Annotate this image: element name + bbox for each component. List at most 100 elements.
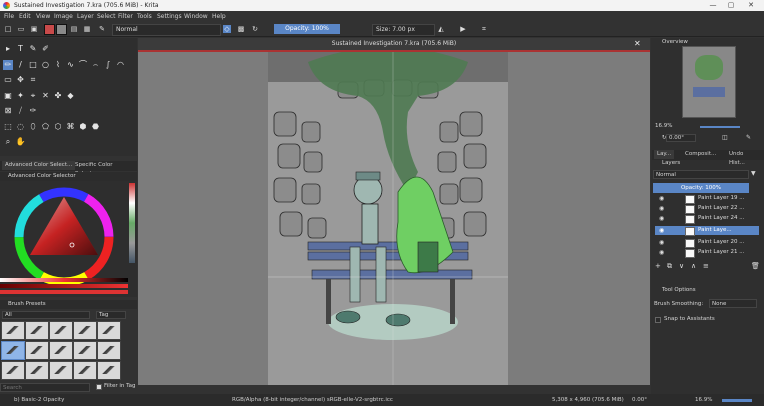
brush-preset-item[interactable]: [25, 361, 49, 380]
tool-2-2-icon[interactable]: ⌗: [28, 75, 38, 85]
tool-0-0-icon[interactable]: ▸: [3, 44, 13, 54]
tab-advanced-color-selector[interactable]: Advanced Color Select...: [2, 161, 76, 170]
brush-preset-item[interactable]: [49, 361, 73, 380]
tool-1-7-icon[interactable]: ⌢: [91, 60, 101, 70]
menu-select[interactable]: Select: [97, 13, 116, 20]
tool-1-5-icon[interactable]: ∿: [66, 60, 76, 70]
brush-tag-select[interactable]: Tag: [96, 311, 126, 319]
artwork-canvas[interactable]: [268, 52, 508, 385]
pin-icon[interactable]: ✎: [746, 134, 751, 141]
duplicate-layer-icon[interactable]: ⧉: [667, 262, 672, 271]
tool-5-1-icon[interactable]: ◌: [16, 122, 26, 132]
zoom-slider[interactable]: [722, 399, 752, 402]
delete-layer-icon[interactable]: 🗑: [751, 262, 760, 270]
layer-blend-select[interactable]: Normal: [653, 170, 749, 179]
pattern-icon[interactable]: ▦: [83, 25, 91, 33]
layer-row[interactable]: ◉ Paint Layer 24 ...: [655, 214, 759, 224]
size-slider[interactable]: Size: 7.00 px: [372, 24, 435, 36]
visibility-icon[interactable]: ◉: [659, 204, 664, 213]
minimize-button[interactable]: —: [706, 1, 720, 9]
blend-mode-select[interactable]: Normal: [112, 24, 221, 36]
visibility-icon[interactable]: ◉: [659, 248, 664, 257]
tool-1-9-icon[interactable]: ◠: [116, 60, 126, 70]
tool-3-1-icon[interactable]: ✦: [16, 91, 26, 101]
tab-undo-history[interactable]: Undo Hist...: [726, 150, 764, 166]
tool-5-0-icon[interactable]: ⬚: [3, 122, 13, 132]
tool-5-4-icon[interactable]: ⬡: [53, 122, 63, 132]
save-icon[interactable]: ▣: [30, 25, 38, 33]
close-window-button[interactable]: ✕: [744, 1, 758, 9]
wrap-around-icon[interactable]: ⌗: [480, 25, 488, 33]
gradient-icon[interactable]: ▤: [70, 25, 78, 33]
color-slider-1[interactable]: [0, 278, 128, 282]
preserve-alpha-icon[interactable]: ▩: [237, 25, 245, 33]
menu-edit[interactable]: Edit: [19, 13, 31, 20]
brush-preset-item[interactable]: [1, 361, 25, 380]
tab-specific-color-selector[interactable]: Specific Color Selector: [72, 161, 137, 177]
move-down-icon[interactable]: ∨: [679, 262, 684, 270]
brush-preset-item[interactable]: [25, 321, 49, 340]
menu-image[interactable]: Image: [54, 13, 73, 20]
brush-preset-item[interactable]: [1, 341, 25, 360]
overview-rotation-field[interactable]: 0.00°: [666, 134, 696, 142]
tab-compositions[interactable]: Composit...: [682, 150, 719, 159]
brush-filter-select[interactable]: All: [2, 311, 90, 319]
tool-2-1-icon[interactable]: ✥: [16, 75, 26, 85]
overview-zoom-slider[interactable]: [700, 126, 740, 128]
brush-preset-item[interactable]: [49, 341, 73, 360]
menu-tools[interactable]: Tools: [137, 13, 152, 20]
tool-0-2-icon[interactable]: ✎: [28, 44, 38, 54]
tool-5-3-icon[interactable]: ⬠: [41, 122, 51, 132]
menu-filter[interactable]: Filter: [118, 13, 133, 20]
tool-1-6-icon[interactable]: ⌒: [78, 60, 88, 70]
tool-5-5-icon[interactable]: ⌘: [66, 122, 76, 132]
tool-1-1-icon[interactable]: /: [16, 60, 26, 70]
brush-preset-item[interactable]: [73, 341, 97, 360]
move-up-icon[interactable]: ∧: [691, 262, 696, 270]
opacity-slider[interactable]: Opacity: 100%: [274, 24, 340, 34]
foreground-color-swatch[interactable]: [44, 24, 55, 35]
tool-4-2-icon[interactable]: ✑: [28, 106, 38, 116]
recent-colors-strip[interactable]: [129, 183, 135, 263]
tab-layers[interactable]: Lay...: [654, 150, 675, 159]
layer-row[interactable]: ◉ Paint Layer 19 ...: [655, 194, 759, 204]
brush-preset-item[interactable]: [97, 321, 121, 340]
tool-1-2-icon[interactable]: □: [28, 60, 38, 70]
overview-thumbnail[interactable]: [682, 46, 736, 118]
visibility-icon[interactable]: ◉: [659, 226, 664, 235]
brush-preset-item[interactable]: [1, 321, 25, 340]
tool-1-0-icon[interactable]: ✏: [3, 59, 13, 70]
layer-row[interactable]: ◉ Paint Layer 22 ...: [655, 204, 759, 214]
tool-5-7-icon[interactable]: ⬣: [91, 122, 101, 132]
tool-3-0-icon[interactable]: ▣: [3, 91, 13, 101]
menu-layer[interactable]: Layer: [77, 13, 94, 20]
brush-preset-item[interactable]: [97, 341, 121, 360]
tool-3-3-icon[interactable]: ✕: [41, 91, 51, 101]
eraser-mode-icon[interactable]: ◇: [223, 25, 231, 33]
brush-preset-icon[interactable]: ✎: [98, 25, 106, 33]
menu-window[interactable]: Window: [184, 13, 208, 20]
tool-4-1-icon[interactable]: ⧸: [16, 106, 26, 116]
menu-settings[interactable]: Settings: [157, 13, 182, 20]
tool-5-2-icon[interactable]: ⬯: [28, 122, 38, 132]
layer-row[interactable]: ◉ Paint Layer 20 ...: [655, 238, 759, 248]
tool-6-1-icon[interactable]: ✋: [16, 137, 26, 147]
color-slider-2[interactable]: [0, 284, 128, 288]
visibility-icon[interactable]: ◉: [659, 214, 664, 223]
layer-row[interactable]: ◉ Paint Layer 21 ...: [655, 248, 759, 258]
menu-file[interactable]: File: [4, 13, 14, 20]
new-document-icon[interactable]: □: [4, 25, 12, 33]
tool-3-5-icon[interactable]: ◆: [66, 91, 76, 101]
brush-preset-item[interactable]: [97, 361, 121, 380]
tool-1-8-icon[interactable]: ∫: [103, 60, 113, 70]
menu-help[interactable]: Help: [212, 13, 226, 20]
filter-in-tag-checkbox[interactable]: [96, 384, 102, 390]
close-document-button[interactable]: ✕: [634, 39, 641, 48]
brush-preset-item[interactable]: [73, 361, 97, 380]
visibility-icon[interactable]: ◉: [659, 194, 664, 203]
tool-2-0-icon[interactable]: ▭: [3, 75, 13, 85]
brush-smoothing-select[interactable]: None: [709, 299, 757, 308]
layer-row-selected[interactable]: ◉ Paint Laye...: [655, 226, 759, 236]
maximize-button[interactable]: ▢: [724, 1, 738, 9]
mirror-view-icon[interactable]: ◫: [722, 134, 728, 141]
